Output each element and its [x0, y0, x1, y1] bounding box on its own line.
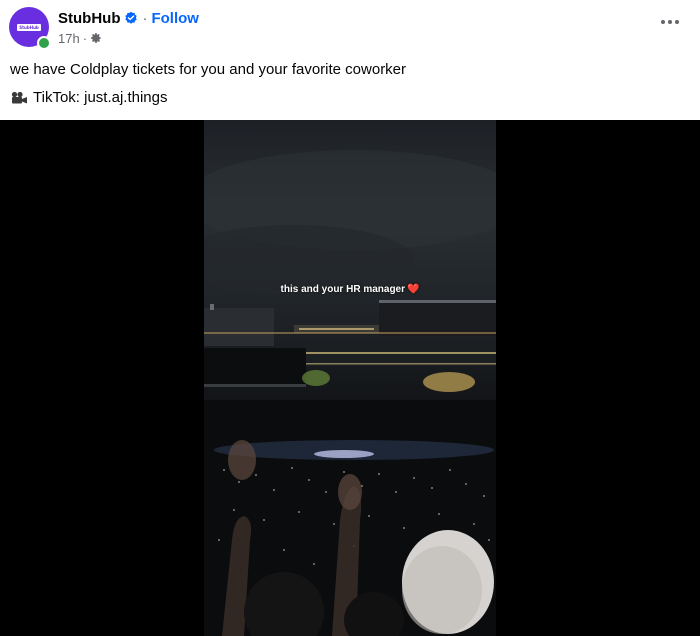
video-frame[interactable]: this and your HR manager ❤️: [204, 120, 496, 636]
post-meta: 17h ·: [58, 30, 102, 46]
separator-dot: ·: [142, 9, 148, 27]
heart-icon: ❤️: [407, 284, 420, 295]
video-overlay-caption: this and your HR manager ❤️: [204, 284, 496, 295]
gear-icon[interactable]: [90, 32, 102, 44]
post-header: StubHub StubHub · Follow 17h · we have C…: [0, 0, 700, 120]
stubhub-logo: StubHub: [17, 23, 41, 31]
meta-separator: ·: [82, 30, 88, 46]
credit-text: TikTok: just.aj.things: [33, 89, 168, 106]
post-credit: TikTok: just.aj.things: [10, 89, 168, 106]
video-player[interactable]: this and your HR manager ❤️: [0, 120, 700, 636]
follow-button[interactable]: Follow: [151, 10, 199, 27]
verified-badge-icon: [125, 11, 138, 24]
author-row: StubHub · Follow: [58, 8, 199, 28]
more-options-dot: [668, 20, 672, 24]
post-timestamp[interactable]: 17h: [58, 31, 80, 46]
more-options-dot: [675, 20, 679, 24]
page-name[interactable]: StubHub: [58, 10, 120, 27]
concert-scene: [204, 150, 496, 636]
more-options-icon: [661, 20, 665, 24]
more-options-button[interactable]: [658, 14, 682, 30]
online-status-dot: [37, 36, 51, 50]
overlay-text: this and your HR manager: [280, 284, 405, 295]
post-caption: we have Coldplay tickets for you and you…: [10, 61, 407, 78]
video-camera-icon: [11, 91, 27, 103]
